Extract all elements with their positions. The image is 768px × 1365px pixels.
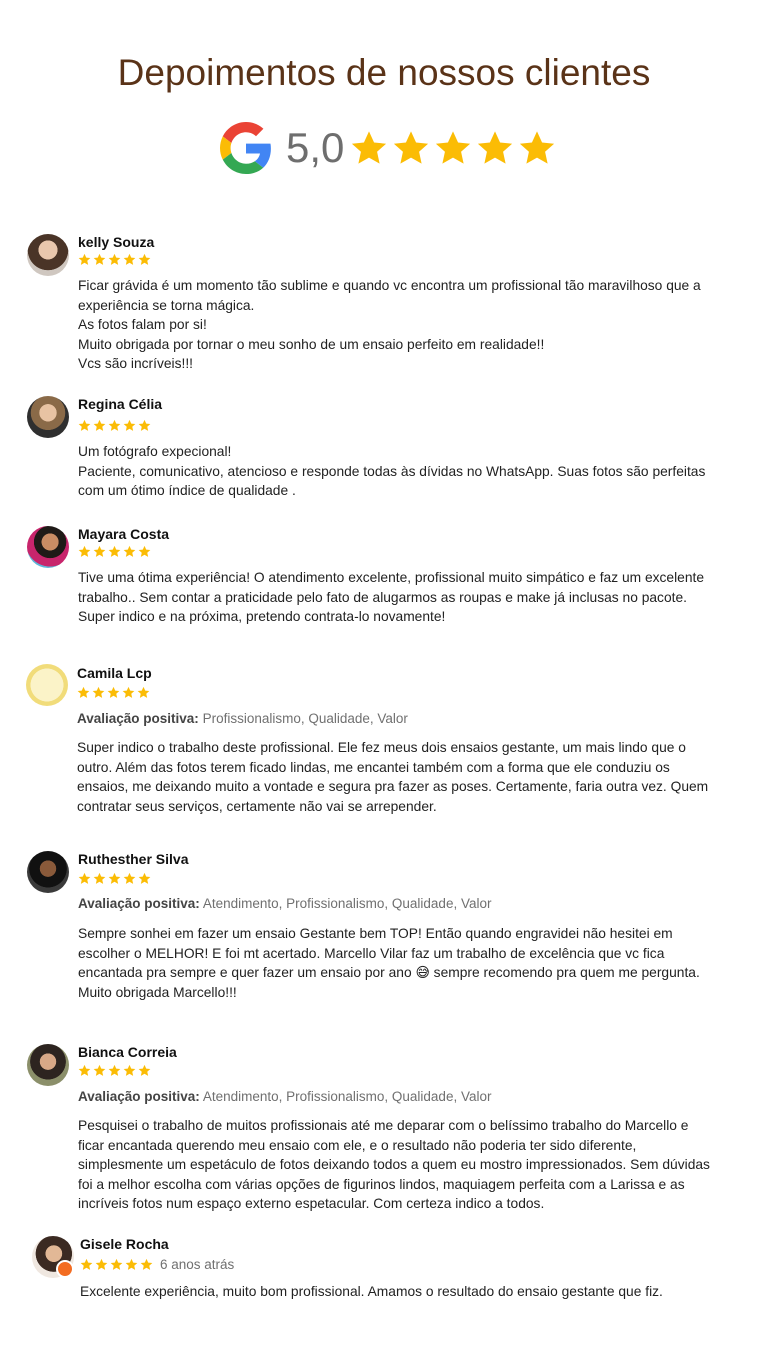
reviewer-name[interactable]: Gisele Rocha <box>80 1236 169 1252</box>
reviewer-name[interactable]: Mayara Costa <box>78 526 169 542</box>
rating-score: 5,0 <box>286 124 345 171</box>
page-title: Depoimentos de nossos clientes <box>117 52 651 93</box>
rating-summary: 5,0 <box>220 120 556 176</box>
star-icon <box>93 872 106 884</box>
star-icon <box>108 419 121 431</box>
review-text: Um fotógrafo expecional! Paciente, comun… <box>78 444 706 499</box>
star-icon <box>80 1258 93 1270</box>
star-icon <box>138 545 151 557</box>
star-icon <box>138 253 151 265</box>
local-guide-badge-icon <box>56 1260 74 1278</box>
star-icon <box>122 686 135 698</box>
star-icon <box>78 1064 91 1076</box>
avatar[interactable] <box>26 664 68 706</box>
avatar[interactable] <box>27 526 69 568</box>
star-icon <box>137 686 150 698</box>
review-stars <box>80 1258 153 1271</box>
star-icon <box>92 686 105 698</box>
star-icon <box>108 872 121 884</box>
avatar[interactable] <box>27 1044 69 1086</box>
star-icon <box>93 419 106 431</box>
avatar[interactable] <box>27 851 69 893</box>
star-icon <box>77 686 90 698</box>
reviewer-name[interactable]: Bianca Correia <box>78 1044 177 1060</box>
star-icon <box>394 131 429 164</box>
star-icon <box>520 131 555 164</box>
review-stars <box>78 419 151 432</box>
star-icon <box>123 1064 136 1076</box>
reviewer-name[interactable]: Ruthesther Silva <box>78 851 188 867</box>
star-icon <box>123 253 136 265</box>
star-icon <box>123 545 136 557</box>
review-stars <box>78 545 151 558</box>
review-stars <box>78 253 151 266</box>
google-g-icon <box>220 122 271 174</box>
star-icon <box>108 1064 121 1076</box>
review-stars <box>77 686 150 699</box>
rating-stars <box>350 129 556 167</box>
star-icon <box>78 545 91 557</box>
reviewer-name[interactable]: Regina Célia <box>78 396 162 412</box>
star-icon <box>123 419 136 431</box>
review-date: 6 anos atrás <box>160 1257 235 1272</box>
star-icon <box>352 131 387 164</box>
star-icon <box>436 131 471 164</box>
star-icon <box>478 131 513 164</box>
star-icon <box>93 545 106 557</box>
positive-review-tags: Avaliação positiva: Atendimento, Profiss… <box>78 896 492 911</box>
review-stars <box>78 1064 151 1077</box>
star-icon <box>93 253 106 265</box>
review-text: Ficar grávida é um momento tão sublime e… <box>78 278 701 372</box>
avatar[interactable] <box>27 396 69 438</box>
star-icon <box>138 419 151 431</box>
review-stars <box>78 872 151 885</box>
star-icon <box>78 872 91 884</box>
star-icon <box>78 419 91 431</box>
star-icon <box>110 1258 123 1270</box>
reviewer-name[interactable]: kelly Souza <box>78 234 154 250</box>
star-icon <box>123 872 136 884</box>
star-icon <box>78 253 91 265</box>
review-text: Tive uma ótima experiência! O atendiment… <box>78 570 705 625</box>
review-text: Pesquisei o trabalho de muitos profissio… <box>78 1118 710 1212</box>
reviewer-name[interactable]: Camila Lcp <box>77 665 152 681</box>
avatar[interactable] <box>27 234 69 276</box>
star-icon <box>107 686 120 698</box>
star-icon <box>138 1064 151 1076</box>
star-icon <box>95 1258 108 1270</box>
review-text: Excelente experiência, muito bom profiss… <box>80 1284 663 1299</box>
star-icon <box>138 872 151 884</box>
review-text: Sempre sonhei em fazer um ensaio Gestant… <box>78 926 700 1000</box>
positive-review-tags: Avaliação positiva: Profissionalismo, Qu… <box>77 711 408 726</box>
star-icon <box>108 253 121 265</box>
star-icon <box>140 1258 153 1270</box>
positive-review-tags: Avaliação positiva: Atendimento, Profiss… <box>78 1089 492 1104</box>
star-icon <box>108 545 121 557</box>
review-text: Super indico o trabalho deste profission… <box>77 740 709 814</box>
star-icon <box>125 1258 138 1270</box>
star-icon <box>93 1064 106 1076</box>
